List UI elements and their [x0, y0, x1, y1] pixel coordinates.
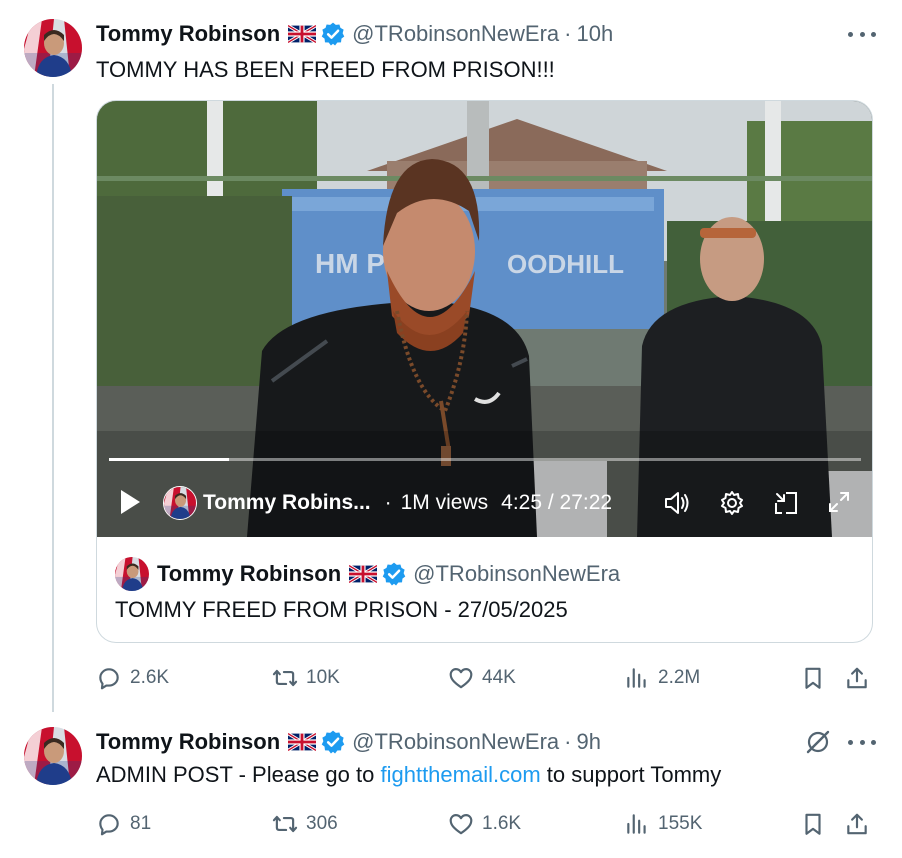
- views-button[interactable]: 2.2M: [624, 663, 700, 693]
- author-name[interactable]: Tommy Robinson: [96, 21, 280, 47]
- author-handle[interactable]: @TRobinsonNewEra: [352, 729, 559, 755]
- more-icon[interactable]: [848, 24, 876, 44]
- repost-icon: [272, 665, 298, 691]
- repost-button[interactable]: 10K: [272, 663, 340, 693]
- volume-icon[interactable]: [663, 490, 691, 516]
- channel-info[interactable]: Tommy Robins... · 1M views 4:25 / 27:22: [163, 486, 612, 520]
- share-button[interactable]: [844, 663, 878, 693]
- reply-count: 81: [130, 813, 152, 834]
- tweet-text-prefix: ADMIN POST - Please go to: [96, 762, 381, 787]
- video-controls: Tommy Robins... · 1M views 4:25 / 27:22: [97, 473, 872, 533]
- video-player[interactable]: HM P OODHILL Tommy Robins... · 1M views …: [97, 101, 872, 537]
- header-separator: ·: [564, 21, 572, 46]
- tweet-header: Tommy Robinson @TRobinsonNewEra · 10h: [96, 19, 613, 49]
- views-count: 2.2M: [658, 667, 701, 688]
- quote-author-name: Tommy Robinson: [157, 561, 342, 586]
- quote-text: TOMMY FREED FROM PRISON - 27/05/2025: [115, 597, 568, 622]
- views-count: 155K: [658, 813, 703, 834]
- like-button[interactable]: 44K: [448, 663, 516, 693]
- bookmark-icon: [800, 665, 826, 691]
- uk-flag-icon: [288, 733, 316, 751]
- views-button[interactable]: 155K: [624, 809, 702, 839]
- repost-icon: [272, 811, 298, 837]
- more-icon[interactable]: [848, 732, 876, 752]
- like-button[interactable]: 1.6K: [448, 809, 521, 839]
- bookmark-icon: [800, 811, 826, 837]
- repost-count: 306: [306, 813, 338, 834]
- timestamp[interactable]: 9h: [576, 729, 600, 755]
- views-icon: [624, 811, 650, 837]
- like-count: 1.6K: [482, 813, 522, 834]
- verified-badge-icon[interactable]: [320, 729, 346, 755]
- quote-avatar: [115, 557, 149, 591]
- thread-connector-line: [52, 84, 54, 712]
- avatar-image: [24, 19, 82, 77]
- tweet-text: ADMIN POST - Please go to fightthemail.c…: [96, 760, 721, 790]
- like-icon: [448, 811, 474, 837]
- reply-icon: [96, 811, 122, 837]
- sign-text-left: HM P: [315, 248, 385, 279]
- pip-icon[interactable]: [773, 490, 799, 516]
- author-handle[interactable]: @TRobinsonNewEra: [352, 21, 559, 47]
- uk-flag-icon: [349, 565, 377, 583]
- avatar[interactable]: [24, 19, 82, 77]
- channel-name: Tommy Robins...: [203, 491, 371, 514]
- repost-button[interactable]: 306: [272, 809, 338, 839]
- settings-gear-icon[interactable]: [719, 490, 745, 516]
- play-icon[interactable]: [119, 489, 141, 515]
- grok-icon[interactable]: [804, 728, 832, 761]
- channel-avatar: [163, 486, 197, 520]
- tweet-text-suffix: to support Tommy: [540, 762, 722, 787]
- tweet-text: TOMMY HAS BEEN FREED FROM PRISON!!!: [96, 57, 555, 82]
- tweet-header: Tommy Robinson @TRobinsonNewEra · 9h: [96, 727, 601, 757]
- verified-badge-icon[interactable]: [320, 21, 346, 47]
- sign-text-right: OODHILL: [507, 249, 624, 279]
- share-icon: [844, 811, 870, 837]
- avatar-image: [24, 727, 82, 785]
- bookmark-button[interactable]: [800, 809, 834, 839]
- quote-author-handle: @TRobinsonNewEra: [413, 561, 621, 586]
- reply-button[interactable]: 81: [96, 809, 151, 839]
- tweet-link[interactable]: fightthemail.com: [380, 762, 540, 787]
- like-count: 44K: [482, 667, 516, 688]
- reply-count: 2.6K: [130, 667, 170, 688]
- uk-flag-icon: [288, 25, 316, 43]
- video-frame: HM P OODHILL: [97, 101, 872, 537]
- quote-header: Tommy Robinson @TRobinsonNewEra: [115, 557, 620, 591]
- quoted-post[interactable]: Tommy Robinson @TRobinsonNewEra TOMMY FR…: [97, 537, 872, 642]
- reply-button[interactable]: 2.6K: [96, 663, 169, 693]
- views-icon: [624, 665, 650, 691]
- timestamp[interactable]: 10h: [576, 21, 613, 47]
- verified-badge-icon: [381, 561, 407, 587]
- header-separator: ·: [564, 729, 572, 754]
- action-bar: 2.6K 10K 44K 2.2M: [96, 663, 886, 693]
- author-name[interactable]: Tommy Robinson: [96, 729, 280, 755]
- video-progress-fill: [109, 458, 230, 461]
- like-icon: [448, 665, 474, 691]
- bookmark-button[interactable]: [800, 663, 834, 693]
- reply-icon: [96, 665, 122, 691]
- video-views: 1M views: [400, 491, 489, 514]
- share-button[interactable]: [844, 809, 878, 839]
- repost-count: 10K: [306, 667, 340, 688]
- views-separator: ·: [384, 491, 392, 514]
- action-bar: 81 306 1.6K 155K: [96, 809, 886, 839]
- fullscreen-icon[interactable]: [827, 490, 851, 514]
- video-timestamp: 4:25 / 27:22: [501, 491, 613, 514]
- video-progress-bar[interactable]: [109, 458, 861, 461]
- video-embed-card[interactable]: HM P OODHILL Tommy Robins... · 1M views …: [96, 100, 873, 643]
- avatar[interactable]: [24, 727, 82, 785]
- share-icon: [844, 665, 870, 691]
